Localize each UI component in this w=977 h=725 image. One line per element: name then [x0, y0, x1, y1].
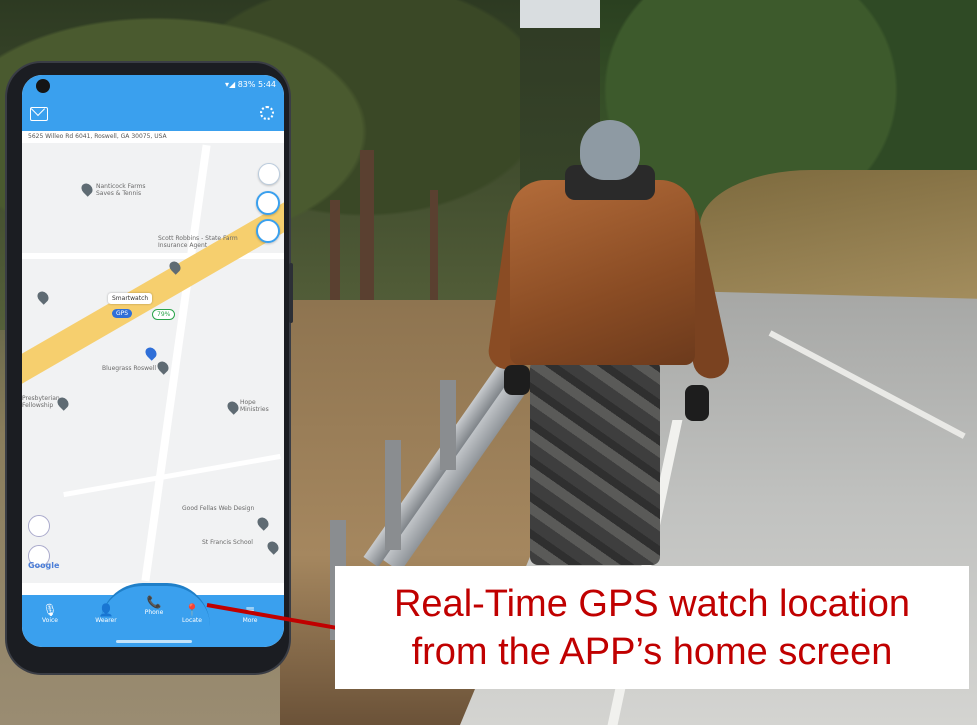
home-indicator [116, 640, 192, 643]
glove [504, 365, 530, 395]
nav-label: Voice [42, 617, 58, 624]
map-pin-icon[interactable] [35, 289, 51, 305]
google-logo: Google [28, 561, 60, 570]
map-road [63, 453, 281, 498]
nav-voice[interactable]: 🎙 Voice [30, 603, 70, 624]
map-label: Nanticock Farms Saves & Tennis [96, 183, 146, 197]
beanie-head [580, 120, 640, 180]
gps-badge: GPS [112, 309, 133, 318]
zoom-button[interactable] [28, 515, 50, 537]
map-road [141, 144, 211, 582]
microphone-icon: 🎙 [42, 603, 58, 617]
glove [685, 385, 709, 421]
recenter-button[interactable] [256, 191, 280, 215]
battery-badge: 79% [152, 309, 176, 320]
phone-icon: 📞 [146, 595, 162, 609]
phone-side-button [289, 263, 293, 323]
app-screen: ▾◢ 83% 5:44 5625 Willeo Rd 6041, Roswell… [22, 75, 284, 647]
map-view[interactable]: Nanticock Farms Saves & Tennis Scott Rob… [22, 143, 284, 583]
map-pin-icon[interactable] [79, 181, 95, 197]
person-icon: 👤 [98, 603, 114, 617]
map-pin-icon[interactable] [143, 345, 159, 361]
callout-line-2: from the APP’s home screen [411, 631, 893, 673]
camera-hole [36, 79, 50, 93]
map-pin-icon[interactable] [255, 515, 271, 531]
map-label: Hope Ministries [240, 399, 269, 413]
map-label: Good Fellas Web Design [182, 505, 255, 512]
walking-man [486, 120, 733, 565]
map-pin-icon[interactable] [225, 399, 241, 415]
layers-button[interactable] [258, 163, 280, 185]
map-pin-icon[interactable] [265, 539, 281, 555]
watch-marker-label[interactable]: Smartwatch [108, 293, 153, 304]
tree-trunk [430, 190, 438, 310]
map-label: Scott Robbins - State Farm Insurance Age… [158, 235, 238, 249]
mail-icon[interactable] [30, 107, 48, 121]
callout-text: Real-Time GPS watch location from the AP… [335, 580, 969, 676]
current-address: 5625 Willeo Rd 6041, Roswell, GA 30075, … [28, 133, 167, 140]
nav-label: Phone [144, 609, 164, 616]
callout-box: Real-Time GPS watch location from the AP… [335, 566, 969, 689]
face-button[interactable] [256, 219, 280, 243]
nav-phone[interactable]: 📞 Phone [134, 595, 174, 616]
map-label: Bluegrass Roswell [102, 365, 157, 372]
camo-pants [530, 360, 660, 565]
guardrail-post [440, 380, 456, 470]
settings-icon[interactable] [260, 106, 274, 120]
nav-wearer[interactable]: 👤 Wearer [86, 603, 126, 624]
nav-label: Wearer [95, 617, 117, 624]
status-bar: ▾◢ 83% 5:44 [22, 75, 284, 99]
map-label: Presbyterian Fellowship [22, 395, 60, 409]
guardrail-post [385, 440, 401, 550]
hillside [700, 170, 977, 310]
phone-mockup: ▾◢ 83% 5:44 5625 Willeo Rd 6041, Roswell… [7, 63, 293, 673]
brown-jacket [510, 180, 695, 365]
nav-label: Locate [182, 617, 202, 624]
nav-label: More [242, 617, 258, 624]
callout-line-1: Real-Time GPS watch location [393, 583, 910, 625]
status-indicators: ▾◢ 83% 5:44 [225, 80, 276, 89]
map-label: St Francis School [202, 539, 253, 546]
app-bar [22, 99, 284, 131]
